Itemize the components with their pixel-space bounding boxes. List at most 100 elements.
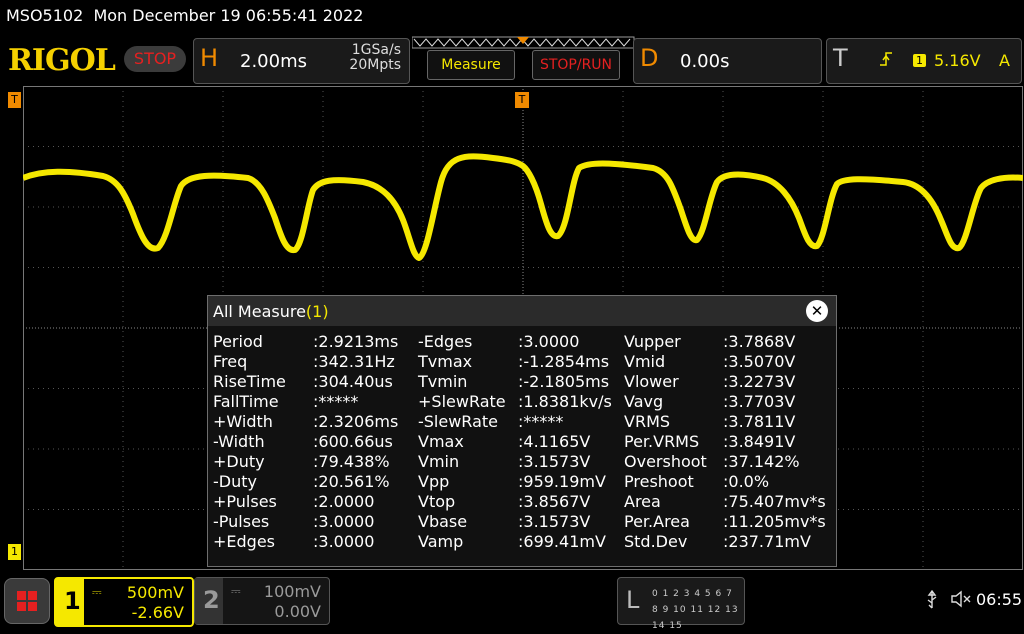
measure-value: :79.438% — [313, 452, 390, 471]
measure-label: Vmid — [624, 352, 666, 371]
measure-label: VRMS — [624, 412, 671, 431]
close-icon[interactable]: ✕ — [806, 300, 828, 322]
rising-edge-icon — [879, 51, 893, 71]
measure-label: Vlower — [624, 372, 679, 391]
measure-label: Tvmax — [418, 352, 473, 371]
measure-label: Std.Dev — [624, 532, 688, 551]
trigger-position-marker[interactable]: T — [515, 92, 529, 108]
delay-letter: D — [640, 44, 659, 72]
measure-value: :3.1573V — [518, 452, 591, 471]
horizontal-panel[interactable]: H 2.00ms 1GSa/s 20Mpts — [193, 38, 410, 84]
trigger-panel[interactable]: T 1 5.16V A — [826, 38, 1022, 84]
top-toolbar: RIGOL STOP H 2.00ms 1GSa/s 20Mpts Measur… — [0, 34, 1024, 84]
measure-label: +SlewRate — [418, 392, 506, 411]
trigger-mode: A — [999, 51, 1010, 70]
status-bar: MSO5102 Mon December 19 06:55:41 2022 — [0, 0, 1024, 32]
measure-label: Vbase — [418, 512, 468, 531]
channel-1-offset: -2.66V — [131, 603, 184, 622]
measure-label: Preshoot — [624, 472, 694, 491]
trigger-source-badge: 1 — [913, 54, 926, 67]
measure-label: +Edges — [213, 532, 276, 551]
measure-label: Vtop — [418, 492, 456, 511]
measure-label: Per.VRMS — [624, 432, 700, 451]
measure-value: :3.1573V — [518, 512, 591, 531]
measure-value: :3.0000 — [313, 532, 375, 551]
la-letter: L — [626, 586, 640, 614]
measure-table: Period :2.9213ms -Edges :3.0000 Vupper :3.786… — [208, 326, 836, 566]
measure-label: Vamp — [418, 532, 464, 551]
measure-value: :237.71mV — [723, 532, 811, 551]
measure-panel-header[interactable]: All Measure(1) ✕ — [208, 296, 836, 326]
speaker-muted-icon[interactable] — [950, 589, 972, 613]
grid-menu-icon — [17, 591, 37, 611]
measure-label: RiseTime — [213, 372, 286, 391]
measure-label: -Pulses — [213, 512, 270, 531]
measure-label: Vpp — [418, 472, 450, 491]
channel-1-panel[interactable]: 1 ⎓ 500mV -2.66V — [54, 577, 194, 627]
all-measure-panel: All Measure(1) ✕ Period :2.9213ms -Edges :3… — [207, 295, 837, 567]
delay-panel[interactable]: D 0.00s — [633, 38, 822, 84]
measure-value: :***** — [518, 412, 564, 431]
measure-value: :3.5070V — [723, 352, 796, 371]
measure-label: -Edges — [418, 332, 473, 351]
measure-value: :75.407mv*s — [723, 492, 826, 511]
channel-2-number: 2 — [203, 586, 220, 614]
stop-run-button[interactable]: STOP/RUN — [532, 50, 620, 80]
measure-value: :3.8567V — [518, 492, 591, 511]
channel-2-offset: 0.00V — [274, 602, 321, 621]
ch1-ground-marker[interactable]: 1 — [8, 544, 21, 560]
channel-1-number: 1 — [64, 587, 81, 615]
measure-button[interactable]: Measure — [427, 50, 515, 80]
timebase-value: 2.00ms — [240, 51, 307, 72]
measure-value: :3.7868V — [723, 332, 796, 351]
measure-value: :2.3206ms — [313, 412, 399, 431]
rigol-logo: RIGOL — [8, 43, 116, 78]
sample-rate: 1GSa/s — [351, 42, 401, 58]
measure-label: -Width — [213, 432, 265, 451]
measure-label: +Duty — [213, 452, 265, 471]
measure-value: :4.1165V — [518, 432, 591, 451]
measure-value: :2.9213ms — [313, 332, 399, 351]
la-channels: 0 1 2 3 4 5 6 7 8 9 10 11 12 13 14 15 — [652, 589, 739, 631]
channel-2-panel[interactable]: 2 ⎓ 100mV 0.00V — [194, 577, 330, 625]
delay-value: 0.00s — [680, 51, 730, 72]
measure-value: :3.0000 — [313, 512, 375, 531]
memory-depth: 20Mpts — [349, 57, 401, 73]
measure-label: Area — [624, 492, 661, 511]
measure-label: +Pulses — [213, 492, 277, 511]
memory-overview-strip — [412, 36, 635, 49]
trigger-letter: T — [833, 44, 848, 72]
measure-value: :***** — [313, 392, 359, 411]
measure-value: :600.66us — [313, 432, 393, 451]
main-menu-button[interactable] — [4, 578, 50, 624]
trigger-level-marker[interactable]: T — [8, 92, 21, 108]
run-state-indicator[interactable]: STOP — [124, 46, 186, 72]
logic-analyzer-panel[interactable]: L 0 1 2 3 4 5 6 7 8 9 10 11 12 13 14 15 — [617, 577, 745, 631]
measure-value: :959.19mV — [518, 472, 606, 491]
usb-icon — [926, 589, 938, 614]
measure-label: Overshoot — [624, 452, 707, 471]
measure-value: :20.561% — [313, 472, 390, 491]
measure-label: -Duty — [213, 472, 257, 491]
measure-value: :3.0000 — [518, 332, 580, 351]
horizontal-letter: H — [200, 44, 219, 72]
measure-panel-title: All Measure(1) — [213, 302, 329, 321]
measure-label: Period — [213, 332, 263, 351]
measure-value: :3.7811V — [723, 412, 796, 431]
measure-value: :37.142% — [723, 452, 800, 471]
measure-value: :2.0000 — [313, 492, 375, 511]
measure-value: :3.8491V — [723, 432, 796, 451]
measure-label: Vupper — [624, 332, 681, 351]
acquisition-info: 1GSa/s 20Mpts — [349, 43, 401, 73]
measure-value: :342.31Hz — [313, 352, 395, 371]
measure-label: Freq — [213, 352, 248, 371]
bottom-bar: 1 ⎓ 500mV -2.66V 2 ⎓ 100mV 0.00V L 0 1 2… — [0, 574, 1024, 631]
measure-value: :-1.2854ms — [518, 352, 610, 371]
channel-1-scale: 500mV — [126, 583, 184, 602]
measure-label: Vmin — [418, 452, 460, 471]
measure-label: Per.Area — [624, 512, 690, 531]
channel-2-scale: 100mV — [263, 582, 321, 601]
measure-value: :3.2273V — [723, 372, 796, 391]
measure-label: -SlewRate — [418, 412, 498, 431]
dc-coupling-icon: ⎓ — [231, 584, 241, 598]
